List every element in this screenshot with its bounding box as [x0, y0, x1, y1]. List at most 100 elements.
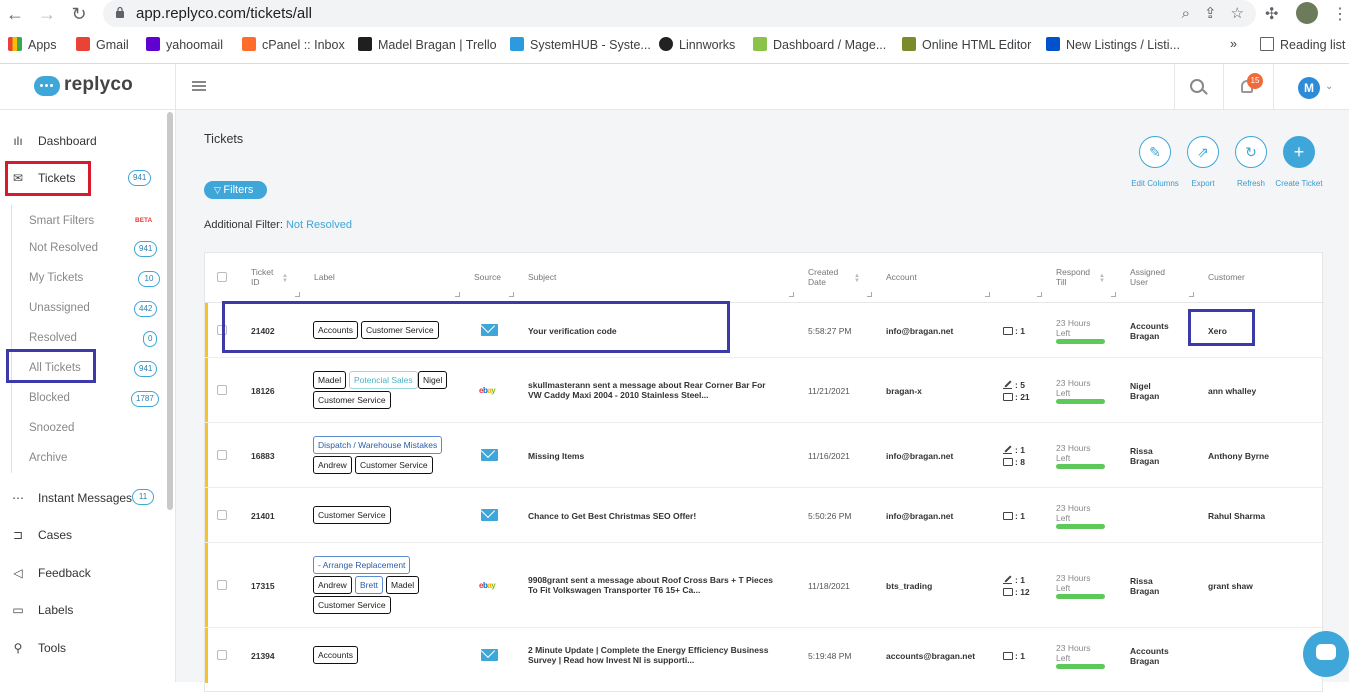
col-created-date[interactable]: Created Date [808, 267, 848, 287]
column-resize-handle[interactable] [1189, 292, 1194, 297]
label-tag[interactable]: Accounts [313, 646, 358, 664]
label-tag[interactable]: Madel [386, 576, 420, 594]
ticket-id[interactable]: 21394 [251, 651, 275, 661]
sidebar-sub-not-resolved[interactable]: Not Resolved [29, 242, 98, 254]
label-tag[interactable]: Madel [313, 371, 347, 389]
bookmark-systemhub[interactable]: SystemHUB - Syste... [510, 37, 651, 52]
row-checkbox[interactable] [217, 580, 227, 590]
profile-avatar[interactable] [1296, 2, 1318, 24]
col-source[interactable]: Source [474, 272, 501, 282]
menu-kebab-icon[interactable]: ⋮ [1332, 4, 1348, 24]
column-resize-handle[interactable] [789, 292, 794, 297]
label-tag[interactable]: Customer Service [313, 506, 391, 524]
sort-icon[interactable]: ▲ ▼ [282, 273, 288, 284]
customer[interactable]: Rahul Sharma [1208, 511, 1265, 521]
bookmark-new-listings[interactable]: New Listings / Listi... [1046, 37, 1180, 52]
sidebar-item-labels[interactable]: ▭ Labels [0, 595, 166, 625]
chevron-down-icon[interactable]: ⌄ [1325, 81, 1333, 92]
table-row[interactable]: 16883 Dispatch / Warehouse Mistakes Andr… [205, 423, 1324, 488]
star-icon[interactable]: ☆ [1231, 5, 1244, 22]
sidebar-sub-resolved[interactable]: Resolved [29, 332, 77, 344]
sidebar-sub-snoozed[interactable]: Snoozed [29, 422, 74, 434]
column-resize-handle[interactable] [509, 292, 514, 297]
table-row[interactable]: 18126 Madel Potencial Sales Nigel Custom… [205, 358, 1324, 423]
customer[interactable]: grant shaw [1208, 581, 1253, 591]
label-tag[interactable]: Nigel [418, 371, 448, 389]
export-button[interactable]: ⇗ [1187, 136, 1219, 168]
bookmark-cpanel[interactable]: cPanel :: Inbox [242, 37, 345, 52]
sidebar-sub-unassigned[interactable]: Unassigned [29, 302, 90, 314]
sidebar-scrollbar[interactable] [167, 112, 173, 510]
sidebar-item-feedback[interactable]: ◁ Feedback [0, 558, 166, 588]
table-row[interactable]: 21401 Customer Service Chance to Get Bes… [205, 488, 1324, 543]
ticket-subject[interactable]: Chance to Get Best Christmas SEO Offer! [528, 511, 696, 521]
ticket-subject[interactable]: 9908grant sent a message about Roof Cros… [528, 575, 773, 595]
label-tag[interactable]: Andrew [313, 576, 352, 594]
filters-button[interactable]: ▽ Filters [204, 181, 267, 199]
table-row[interactable]: 17315 - Arrange Replacement Andrew Brett… [205, 543, 1324, 628]
ticket-subject[interactable]: 2 Minute Update | Complete the Energy Ef… [528, 645, 768, 665]
back-arrow-icon[interactable]: ← [4, 3, 26, 25]
sidebar-sub-blocked[interactable]: Blocked [29, 392, 70, 404]
additional-filter-value[interactable]: Not Resolved [286, 219, 352, 231]
reading-list[interactable]: Reading list [1260, 37, 1345, 52]
col-ticket-id[interactable]: Ticket ID [251, 267, 275, 287]
bookmark-yahoomail[interactable]: yahoomail [146, 37, 223, 52]
label-tag[interactable]: Potencial Sales [349, 371, 418, 389]
label-tag[interactable]: Dispatch / Warehouse Mistakes [313, 436, 443, 454]
ticket-id[interactable]: 17315 [251, 581, 275, 591]
address-bar[interactable]: app.replyco.com/tickets/all ⌕ ⇪ ☆ [103, 0, 1256, 27]
column-resize-handle[interactable] [295, 292, 300, 297]
reload-icon[interactable]: ↻ [68, 3, 90, 25]
create-ticket-label[interactable]: Create Ticket [1274, 179, 1324, 189]
column-resize-handle[interactable] [985, 292, 990, 297]
ticket-id[interactable]: 18126 [251, 386, 275, 396]
ticket-id[interactable]: 21401 [251, 511, 275, 521]
row-checkbox[interactable] [217, 510, 227, 520]
hamburger-menu-icon[interactable] [192, 81, 206, 91]
bookmark-trello[interactable]: Madel Bragan | Trello [358, 37, 497, 52]
col-subject[interactable]: Subject [528, 272, 556, 282]
user-avatar[interactable]: M [1298, 77, 1320, 99]
refresh-label[interactable]: Refresh [1226, 179, 1276, 189]
zoom-icon[interactable]: ⌕ [1182, 5, 1190, 22]
label-tag[interactable]: Andrew [313, 456, 352, 474]
customer[interactable]: ann whalley [1208, 386, 1256, 396]
ticket-subject[interactable]: skullmasterann sent a message about Rear… [528, 380, 766, 400]
create-ticket-button[interactable]: + [1283, 136, 1315, 168]
sidebar-sub-smart-filters[interactable]: Smart Filters [29, 215, 94, 227]
table-row[interactable]: 21394 Accounts 2 Minute Update | Complet… [205, 628, 1324, 683]
refresh-button[interactable]: ↻ [1235, 136, 1267, 168]
sidebar-sub-my-tickets[interactable]: My Tickets [29, 272, 83, 284]
sort-icon[interactable]: ▲ ▼ [1099, 273, 1105, 284]
sidebar-item-dashboard[interactable]: ılı Dashboard [0, 126, 166, 156]
bookmark-html-editor[interactable]: Online HTML Editor [902, 37, 1031, 52]
col-respond-till[interactable]: Respond Till [1056, 267, 1096, 287]
edit-columns-button[interactable]: ✎ [1139, 136, 1171, 168]
bookmarks-more[interactable]: » [1230, 37, 1237, 51]
bookmark-linnworks[interactable]: Linnworks [659, 37, 735, 52]
column-resize-handle[interactable] [455, 292, 460, 297]
sidebar-item-instant-messages[interactable]: ⋯ Instant Messages 11 [0, 483, 166, 513]
forward-arrow-icon[interactable]: → [36, 3, 58, 25]
col-customer[interactable]: Customer [1208, 272, 1245, 282]
ticket-subject[interactable]: Missing Items [528, 451, 584, 461]
row-checkbox[interactable] [217, 450, 227, 460]
col-assigned-user[interactable]: Assigned User [1130, 267, 1170, 287]
search-icon[interactable] [1190, 79, 1204, 93]
ticket-id[interactable]: 16883 [251, 451, 275, 461]
label-tag[interactable]: Customer Service [313, 391, 391, 409]
bookmark-apps[interactable]: Apps [8, 37, 57, 52]
sidebar-item-tools[interactable]: ⚲ Tools [0, 633, 166, 663]
customer[interactable]: Anthony Byrne [1208, 451, 1269, 461]
col-label[interactable]: Label [314, 272, 335, 282]
bookmark-magento[interactable]: Dashboard / Mage... [753, 37, 886, 52]
column-resize-handle[interactable] [867, 292, 872, 297]
bookmark-gmail[interactable]: Gmail [76, 37, 129, 52]
edit-columns-label[interactable]: Edit Columns [1130, 179, 1180, 189]
column-resize-handle[interactable] [1111, 292, 1116, 297]
sort-icon[interactable]: ▲ ▼ [854, 273, 860, 284]
label-tag[interactable]: Customer Service [355, 456, 433, 474]
share-icon[interactable]: ⇪ [1204, 5, 1217, 22]
row-checkbox[interactable] [217, 385, 227, 395]
